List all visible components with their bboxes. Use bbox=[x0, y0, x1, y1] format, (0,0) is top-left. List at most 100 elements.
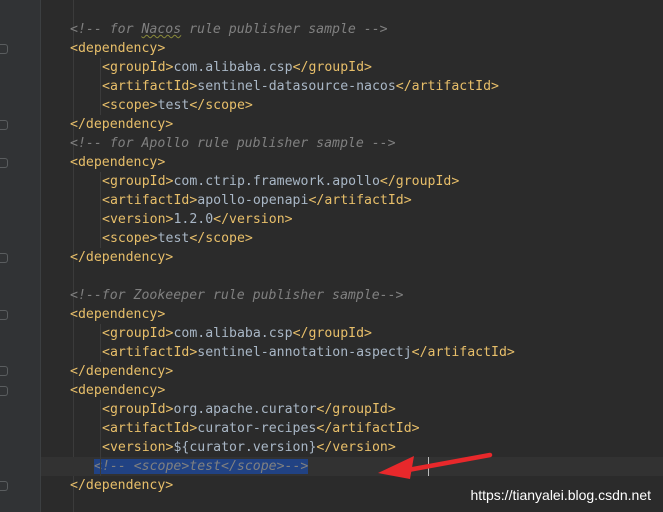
code-line-content: <version>${curator.version}</version> bbox=[102, 438, 396, 457]
code-line-content: <groupId>com.alibaba.csp</groupId> bbox=[102, 324, 372, 343]
code-line-content: <artifactId>sentinel-datasource-nacos</a… bbox=[102, 77, 499, 96]
xml-open-tag: <artifactId> bbox=[102, 79, 198, 94]
code-line[interactable]: <artifactId>curator-recipes</artifactId> bbox=[41, 419, 663, 438]
xml-value: 1.2.0 bbox=[173, 212, 214, 227]
xml-open-tag: <version> bbox=[102, 212, 174, 227]
xml-value: test bbox=[157, 98, 190, 113]
fold-marker-icon[interactable] bbox=[0, 481, 8, 491]
fold-marker-icon[interactable] bbox=[0, 158, 8, 168]
xml-tag: </dependency> bbox=[70, 364, 174, 379]
code-line-content: <scope>test</scope> bbox=[102, 229, 253, 248]
code-line[interactable]: <version>${curator.version}</version> bbox=[41, 438, 663, 457]
code-line[interactable]: <dependency> bbox=[41, 305, 663, 324]
indent-guide bbox=[100, 400, 101, 476]
code-line[interactable]: <dependency> bbox=[41, 39, 663, 58]
editor-gutter[interactable] bbox=[0, 0, 41, 512]
xml-open-tag: <scope> bbox=[102, 231, 158, 246]
code-line-content: </dependency> bbox=[70, 476, 173, 495]
code-line[interactable]: <artifactId>sentinel-datasource-nacos</a… bbox=[41, 77, 663, 96]
code-line[interactable]: </dependency> bbox=[41, 362, 663, 381]
code-line[interactable]: <groupId>com.alibaba.csp</groupId> bbox=[41, 58, 663, 77]
xml-close-tag: </version> bbox=[213, 212, 293, 227]
code-line-content: <artifactId>sentinel-annotation-aspectj<… bbox=[102, 343, 515, 362]
xml-tag: <dependency> bbox=[70, 383, 166, 398]
code-line[interactable]: <!-- <scope>test</scope>--> bbox=[41, 457, 663, 476]
code-line[interactable] bbox=[41, 267, 663, 286]
xml-close-tag: </scope> bbox=[189, 231, 253, 246]
code-line[interactable]: <version>1.2.0</version> bbox=[41, 210, 663, 229]
xml-comment: <!-- for Apollo rule publisher sample --… bbox=[70, 136, 396, 151]
xml-value: sentinel-annotation-aspectj bbox=[197, 345, 412, 360]
red-arrow-icon bbox=[378, 452, 493, 479]
code-line-content: <artifactId>curator-recipes</artifactId> bbox=[102, 419, 420, 438]
fold-marker-icon[interactable] bbox=[0, 253, 8, 263]
code-line[interactable]: <groupId>com.alibaba.csp</groupId> bbox=[41, 324, 663, 343]
xml-close-tag: </artifactId> bbox=[308, 193, 412, 208]
xml-value: sentinel-datasource-nacos bbox=[197, 79, 396, 94]
code-line[interactable]: </dependency> bbox=[41, 248, 663, 267]
xml-value: org.apache.curator bbox=[173, 402, 317, 417]
xml-open-tag: <groupId> bbox=[102, 60, 174, 75]
code-line-content: <scope>test</scope> bbox=[102, 96, 253, 115]
code-line-content: <artifactId>apollo-openapi</artifactId> bbox=[102, 191, 412, 210]
code-line[interactable]: <!-- for Apollo rule publisher sample --… bbox=[41, 134, 663, 153]
code-line[interactable]: <scope>test</scope> bbox=[41, 96, 663, 115]
code-line[interactable]: <!-- for Nacos rule publisher sample --> bbox=[41, 20, 663, 39]
code-line-content: <dependency> bbox=[70, 381, 165, 400]
code-line-content: <dependency> bbox=[70, 305, 165, 324]
fold-marker-icon[interactable] bbox=[0, 44, 8, 54]
xml-open-tag: <version> bbox=[102, 440, 174, 455]
code-line-content: <dependency> bbox=[70, 153, 165, 172]
code-line[interactable]: <artifactId>apollo-openapi</artifactId> bbox=[41, 191, 663, 210]
xml-tag: <dependency> bbox=[70, 155, 166, 170]
code-line-content: <dependency> bbox=[70, 39, 165, 58]
xml-value: com.alibaba.csp bbox=[173, 326, 293, 341]
xml-close-tag: </artifactId> bbox=[395, 79, 499, 94]
xml-close-tag: </groupId> bbox=[292, 60, 372, 75]
code-line[interactable]: <scope>test</scope> bbox=[41, 229, 663, 248]
xml-close-tag: </artifactId> bbox=[411, 345, 515, 360]
code-line[interactable]: </dependency> bbox=[41, 115, 663, 134]
xml-close-tag: </groupId> bbox=[379, 174, 460, 189]
comment-word: Apollo bbox=[141, 136, 190, 151]
fold-marker-icon[interactable] bbox=[0, 366, 8, 376]
indent-guide bbox=[100, 58, 101, 115]
code-line-content: </dependency> bbox=[70, 362, 173, 381]
code-line-content: </dependency> bbox=[70, 115, 173, 134]
code-line-content: <groupId>com.alibaba.csp</groupId> bbox=[102, 58, 372, 77]
comment-word: Zookeeper bbox=[133, 288, 205, 303]
code-line[interactable]: <groupId>com.ctrip.framework.apollo</gro… bbox=[41, 172, 663, 191]
xml-value: com.alibaba.csp bbox=[173, 60, 293, 75]
code-line-content: <version>1.2.0</version> bbox=[102, 210, 293, 229]
xml-tag: <dependency> bbox=[70, 307, 166, 322]
fold-marker-icon[interactable] bbox=[0, 120, 8, 130]
xml-comment: <!-- for Nacos rule publisher sample --> bbox=[70, 22, 388, 37]
code-line[interactable]: <artifactId>sentinel-annotation-aspectj<… bbox=[41, 343, 663, 362]
code-line[interactable]: <dependency> bbox=[41, 153, 663, 172]
xml-value: apollo-openapi bbox=[197, 193, 309, 208]
watermark-url: https://tianyalei.blog.csdn.net bbox=[470, 487, 651, 503]
xml-open-tag: <groupId> bbox=[102, 326, 174, 341]
xml-value: test bbox=[157, 231, 190, 246]
code-line-content: <groupId>com.ctrip.framework.apollo</gro… bbox=[102, 172, 459, 191]
xml-tag: <dependency> bbox=[70, 41, 166, 56]
code-line-content: <!-- for Apollo rule publisher sample --… bbox=[70, 134, 396, 153]
fold-marker-icon[interactable] bbox=[0, 386, 8, 396]
fold-marker-icon[interactable] bbox=[0, 310, 8, 320]
code-line[interactable]: <dependency> bbox=[41, 381, 663, 400]
indent-guide bbox=[100, 324, 101, 362]
xml-value: com.ctrip.framework.apollo bbox=[173, 174, 380, 189]
xml-close-tag: </groupId> bbox=[292, 326, 372, 341]
code-line-content: <!-- for Nacos rule publisher sample --> bbox=[70, 20, 388, 39]
xml-close-tag: </groupId> bbox=[316, 402, 396, 417]
xml-open-tag: <artifactId> bbox=[102, 421, 198, 436]
xml-open-tag: <groupId> bbox=[102, 402, 174, 417]
xml-open-tag: <groupId> bbox=[102, 174, 174, 189]
xml-close-tag: </artifactId> bbox=[316, 421, 420, 436]
code-line[interactable]: <!--for Zookeeper rule publisher sample-… bbox=[41, 286, 663, 305]
code-editor[interactable]: <!-- for Nacos rule publisher sample -->… bbox=[41, 0, 663, 512]
xml-tag: </dependency> bbox=[70, 117, 174, 132]
comment-word: Nacos bbox=[141, 22, 182, 37]
code-line[interactable]: <groupId>org.apache.curator</groupId> bbox=[41, 400, 663, 419]
selected-xml-comment: <!-- <scope>test</scope>--> bbox=[94, 459, 309, 474]
